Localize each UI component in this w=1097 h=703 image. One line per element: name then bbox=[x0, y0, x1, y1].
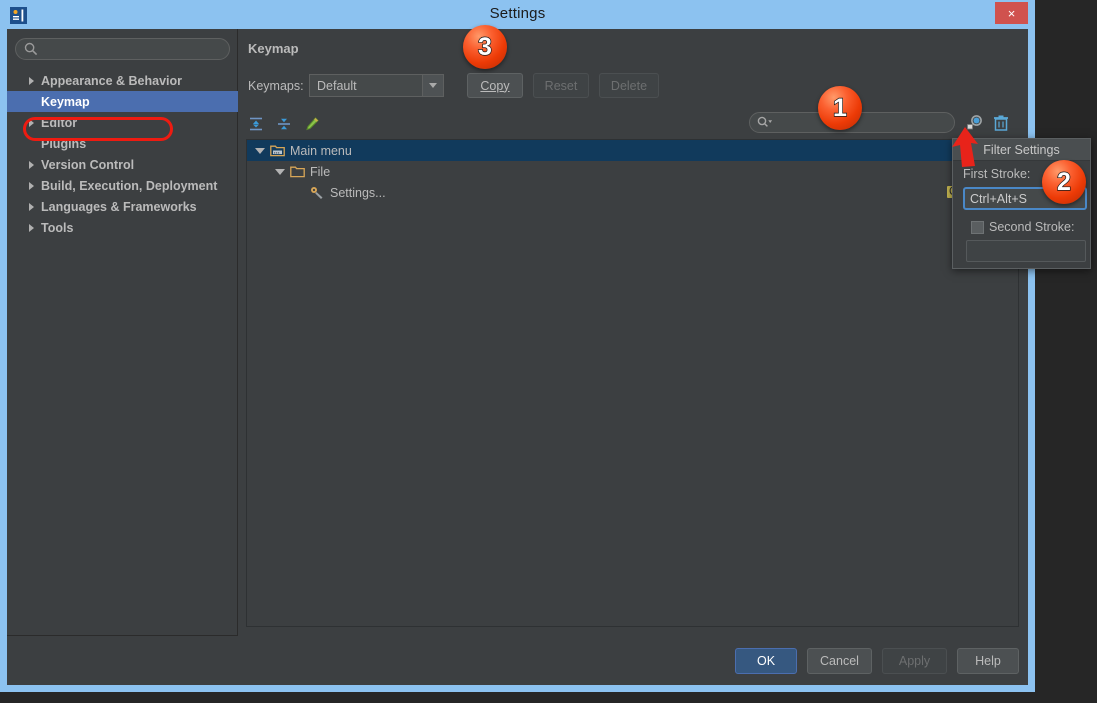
sidebar-item-plugins[interactable]: Plugins bbox=[7, 133, 238, 154]
sidebar-item-label: Languages & Frameworks bbox=[27, 200, 197, 214]
second-stroke-input[interactable] bbox=[966, 240, 1086, 262]
keymap-panel: Keymap Keymaps: Default Copy Reset Delet… bbox=[238, 29, 1028, 636]
sidebar-item-label: Plugins bbox=[27, 137, 86, 151]
page-title: Keymap bbox=[248, 41, 299, 56]
chevron-right-icon[interactable] bbox=[29, 77, 34, 85]
chevron-down-icon[interactable] bbox=[275, 169, 285, 175]
sidebar-item-tools[interactable]: Tools bbox=[7, 217, 238, 238]
chevron-right-icon[interactable] bbox=[29, 224, 34, 232]
sidebar-item-appearance-behavior[interactable]: Appearance & Behavior bbox=[7, 70, 238, 91]
search-dropdown-icon bbox=[757, 116, 773, 129]
tree-row-label: Settings... bbox=[330, 186, 386, 200]
apply-button-label: Apply bbox=[899, 654, 930, 668]
main-menu-folder-icon bbox=[270, 144, 286, 158]
settings-window: Settings × Appearance & Behavior Keymap Ed… bbox=[0, 0, 1035, 692]
sidebar-item-label: Appearance & Behavior bbox=[27, 74, 182, 88]
delete-button[interactable]: Delete bbox=[599, 73, 659, 98]
chevron-right-icon[interactable] bbox=[29, 161, 34, 169]
tree-row-label: File bbox=[310, 165, 330, 179]
keymaps-select[interactable]: Default bbox=[309, 74, 444, 97]
keymaps-label: Keymaps: bbox=[248, 79, 304, 93]
apply-button[interactable]: Apply bbox=[882, 648, 947, 674]
sidebar-item-version-control[interactable]: Version Control bbox=[7, 154, 238, 175]
settings-action-icon bbox=[310, 186, 326, 200]
tree-toolbar bbox=[246, 112, 322, 136]
annotation-marker-2: 2 bbox=[1042, 160, 1086, 204]
sidebar-item-label: Keymap bbox=[27, 95, 90, 109]
sidebar-item-keymap[interactable]: Keymap bbox=[7, 91, 238, 112]
chevron-right-icon[interactable] bbox=[29, 182, 34, 190]
copy-button-label: Copy bbox=[480, 79, 509, 93]
second-stroke-checkbox[interactable] bbox=[971, 221, 984, 234]
edit-shortcut-icon[interactable] bbox=[302, 114, 322, 134]
close-button[interactable]: × bbox=[995, 2, 1028, 24]
annotation-marker-1: 1 bbox=[818, 86, 862, 130]
dialog-footer: OK Cancel Apply Help bbox=[7, 636, 1028, 685]
sidebar-search-input[interactable] bbox=[15, 38, 230, 60]
sidebar-item-label: Build, Execution, Deployment bbox=[27, 179, 217, 193]
folder-icon bbox=[290, 165, 306, 179]
ok-button-label: OK bbox=[757, 654, 775, 668]
sidebar-search-wrap bbox=[15, 38, 230, 60]
collapse-all-icon[interactable] bbox=[274, 114, 294, 134]
tree-row[interactable]: File bbox=[247, 161, 1018, 182]
annotation-marker-2-label: 2 bbox=[1057, 168, 1071, 197]
sidebar-item-languages-frameworks[interactable]: Languages & Frameworks bbox=[7, 196, 238, 217]
second-stroke-label: Second Stroke: bbox=[989, 220, 1074, 234]
title-bar: Settings × bbox=[0, 0, 1035, 29]
copy-button[interactable]: Copy bbox=[467, 73, 523, 98]
expand-all-icon[interactable] bbox=[246, 114, 266, 134]
keymaps-selected-value: Default bbox=[310, 79, 422, 93]
red-arrow-pointer bbox=[948, 126, 984, 170]
sidebar-item-editor[interactable]: Editor bbox=[7, 112, 238, 133]
reset-button-label: Reset bbox=[545, 79, 578, 93]
tree-row-label: Main menu bbox=[290, 144, 352, 158]
cancel-button-label: Cancel bbox=[820, 654, 859, 668]
clear-filter-trash-icon[interactable] bbox=[992, 113, 1010, 133]
chevron-down-icon[interactable] bbox=[255, 148, 265, 154]
chevron-right-icon[interactable] bbox=[29, 203, 34, 211]
tree-search-input[interactable] bbox=[773, 115, 954, 131]
delete-button-label: Delete bbox=[611, 79, 647, 93]
chevron-down-icon[interactable] bbox=[422, 75, 443, 96]
help-button[interactable]: Help bbox=[957, 648, 1019, 674]
annotation-marker-3-label: 3 bbox=[478, 33, 492, 62]
settings-sidebar: Appearance & Behavior Keymap Editor Plugins… bbox=[7, 29, 238, 636]
keymap-tree[interactable]: Main menuFileCtrl+Alt+SSettings... bbox=[246, 139, 1019, 627]
cancel-button[interactable]: Cancel bbox=[807, 648, 872, 674]
sidebar-item-label: Editor bbox=[27, 116, 77, 130]
chevron-right-icon[interactable] bbox=[29, 119, 34, 127]
window-title: Settings bbox=[0, 5, 1035, 22]
sidebar-item-build-execution-deployment[interactable]: Build, Execution, Deployment bbox=[7, 175, 238, 196]
reset-button[interactable]: Reset bbox=[533, 73, 589, 98]
help-button-label: Help bbox=[975, 654, 1001, 668]
sidebar-item-label: Version Control bbox=[27, 158, 134, 172]
ok-button[interactable]: OK bbox=[735, 648, 797, 674]
tree-row[interactable]: Main menu bbox=[247, 140, 1018, 161]
annotation-marker-3: 3 bbox=[463, 25, 507, 69]
dialog-client-area: Appearance & Behavior Keymap Editor Plugins… bbox=[7, 29, 1028, 685]
tree-row[interactable]: Settings... bbox=[247, 182, 1018, 203]
annotation-marker-1-label: 1 bbox=[833, 94, 847, 123]
